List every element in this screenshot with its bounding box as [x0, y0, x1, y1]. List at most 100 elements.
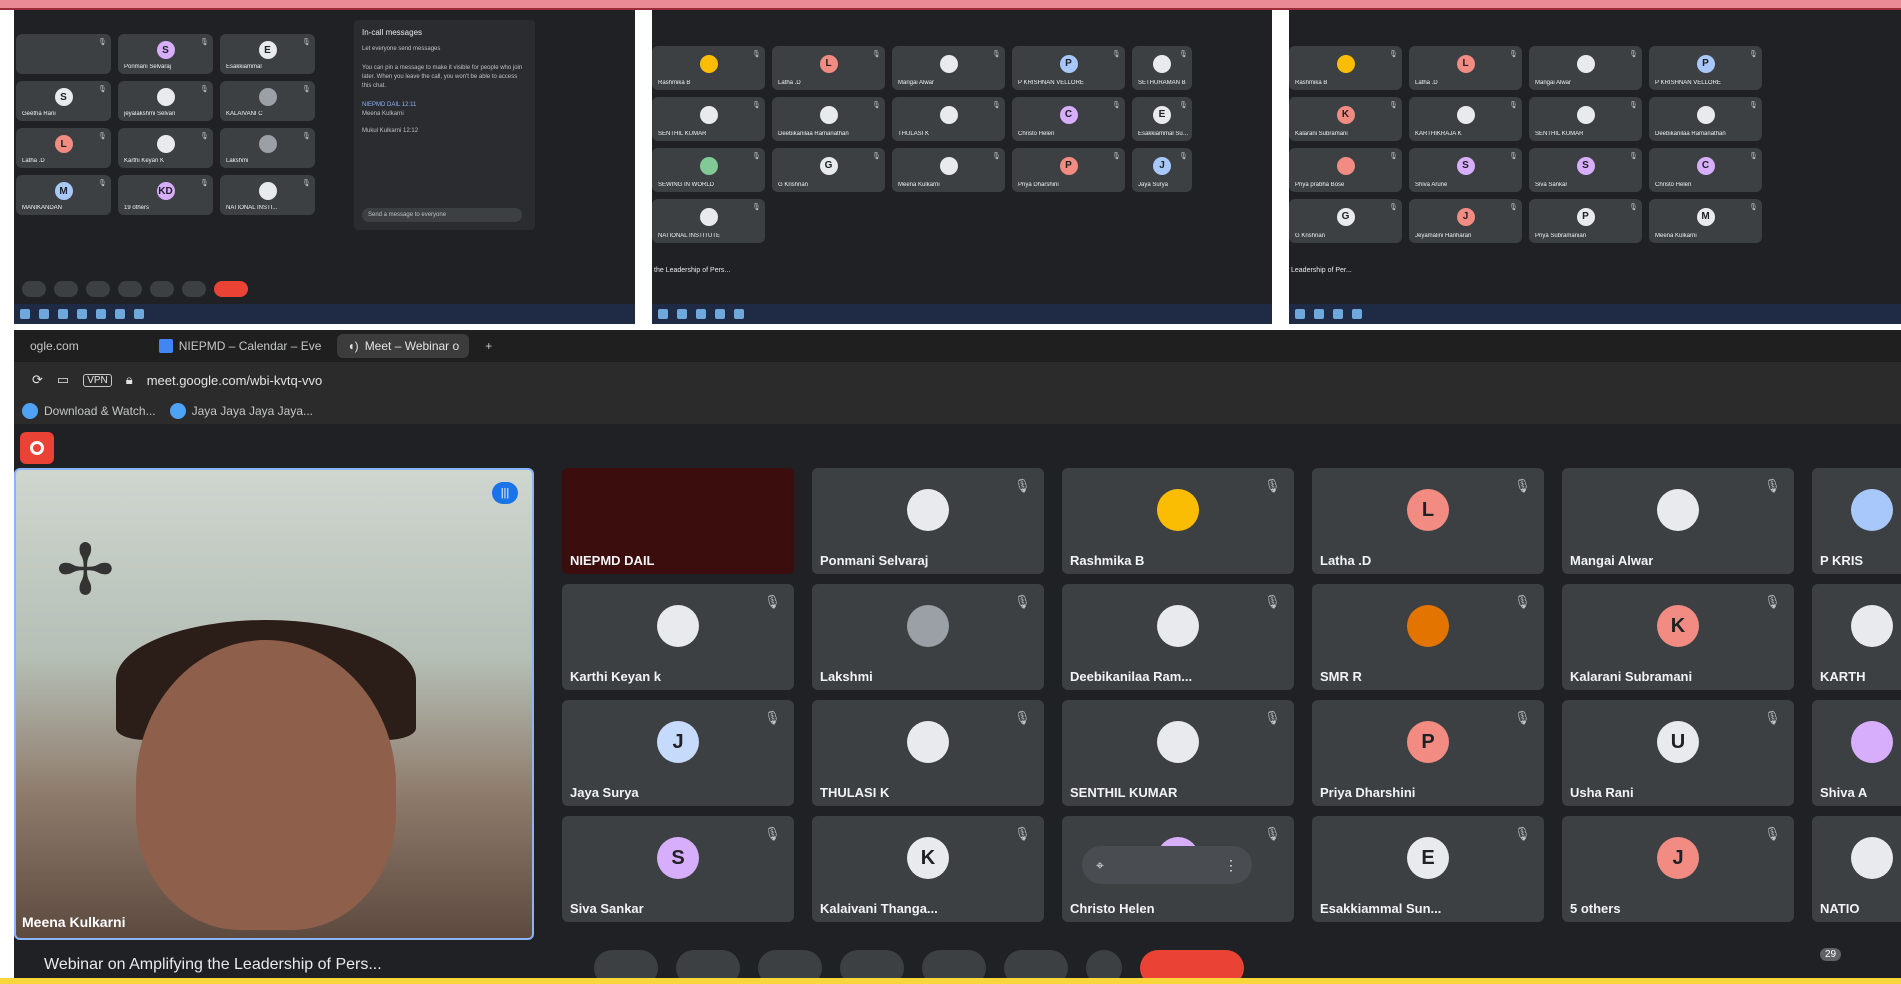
- participant-tile[interactable]: G 🎙︎ G Krishnan: [772, 148, 885, 192]
- participant-tile[interactable]: 🎙︎ NATIONAL INSTI...: [220, 175, 315, 215]
- participant-tile[interactable]: 🎙︎P KRIS: [1812, 468, 1901, 574]
- participant-tile[interactable]: 🎙︎: [16, 34, 111, 74]
- more-button[interactable]: [182, 281, 206, 297]
- participant-tile[interactable]: P 🎙︎ P KRISHNAN VELLORE: [1649, 46, 1762, 90]
- participant-tile[interactable]: 🎙︎ THULASI K: [892, 97, 1005, 141]
- participant-tile[interactable]: 🎙︎ Rashmika B: [1289, 46, 1402, 90]
- participant-tile[interactable]: 🎙︎ THULASI K: [812, 700, 1044, 806]
- app-icon[interactable]: [1352, 309, 1362, 319]
- participant-tile[interactable]: 🎙︎Shiva A: [1812, 700, 1901, 806]
- participant-tile[interactable]: S 🎙︎ Geetha Rani: [16, 81, 111, 121]
- captions-button[interactable]: [86, 281, 110, 297]
- new-tab-button[interactable]: +: [475, 334, 502, 358]
- participant-tile[interactable]: 🎙︎ Lakshmi: [220, 128, 315, 168]
- participant-tile[interactable]: 🎙︎ Ponmani Selvaraj: [812, 468, 1044, 574]
- app-icon[interactable]: [134, 309, 144, 319]
- app-icon[interactable]: [677, 309, 687, 319]
- active-speaker-tile[interactable]: ✢ ||| Meena Kulkarni: [14, 468, 534, 940]
- participant-tile[interactable]: 🎙︎ SETHURAMAN B: [1132, 46, 1192, 90]
- tab-switch-icon[interactable]: ▭: [57, 372, 69, 388]
- app-icon[interactable]: [77, 309, 87, 319]
- app-icon[interactable]: [715, 309, 725, 319]
- participant-tile[interactable]: C 🎙︎ Christo Helen: [1649, 148, 1762, 192]
- tab-google[interactable]: ogle.com: [20, 334, 89, 358]
- participant-tile[interactable]: S 🎙︎ Ponmani Selvaraj: [118, 34, 213, 74]
- participant-tile[interactable]: 🎙︎ Mangai Alwar: [892, 46, 1005, 90]
- participant-tile[interactable]: J 🎙︎ Jaya Surya: [562, 700, 794, 806]
- participant-tile[interactable]: 🎙︎ SENTHIL KUMAR: [1529, 97, 1642, 141]
- participant-tile[interactable]: E 🎙︎ Esakkiammal Sun...: [1312, 816, 1544, 922]
- participant-tile[interactable]: 🎙︎ KARTHIKRAJA K: [1409, 97, 1522, 141]
- bookmark-item[interactable]: Jaya Jaya Jaya Jaya...: [169, 403, 313, 419]
- participant-tile[interactable]: 🎙︎ NATIONAL INSTITUTE: [652, 199, 765, 243]
- participant-tile[interactable]: 🎙︎ Karthi Keyan K: [118, 128, 213, 168]
- participant-tile[interactable]: L 🎙︎ Latha .D: [16, 128, 111, 168]
- participant-tile[interactable]: 🎙︎ Mangai Alwar: [1562, 468, 1794, 574]
- app-icon[interactable]: [696, 309, 706, 319]
- url-text[interactable]: meet.google.com/wbi-kvtq-vvo: [147, 373, 323, 388]
- participant-tile[interactable]: P 🎙︎ Priya Subramanian: [1529, 199, 1642, 243]
- participant-tile[interactable]: P 🎙︎ Priya Dharshini: [1012, 148, 1125, 192]
- tab-calendar[interactable]: NIEPMD – Calendar – Eve: [149, 334, 332, 358]
- camera-button[interactable]: [54, 281, 78, 297]
- app-icon[interactable]: [58, 309, 68, 319]
- more-vert-icon[interactable]: ⋮: [1224, 857, 1238, 874]
- participant-tile[interactable]: L 🎙︎ Latha .D: [772, 46, 885, 90]
- participant-tile[interactable]: L 🎙︎ Latha .D: [1312, 468, 1544, 574]
- participant-tile[interactable]: C 🎙︎ Christo Helen: [1012, 97, 1125, 141]
- recording-button[interactable]: [20, 432, 54, 464]
- participant-tile[interactable]: 🎙︎ SENTHIL KUMAR: [1062, 700, 1294, 806]
- app-icon[interactable]: [1314, 309, 1324, 319]
- participant-tile[interactable]: 🎙︎ Priya prabha Bose: [1289, 148, 1402, 192]
- participant-tile[interactable]: KD 🎙︎ 19 others: [118, 175, 213, 215]
- participant-tile[interactable]: 🎙︎ Lakshmi: [812, 584, 1044, 690]
- participant-tile[interactable]: 🎙︎ Rashmika B: [652, 46, 765, 90]
- participant-tile[interactable]: 🎙︎ KALAIVANI C: [220, 81, 315, 121]
- bookmark-item[interactable]: Download & Watch...: [22, 403, 156, 419]
- participant-tile[interactable]: 🎙︎ Karthi Keyan k: [562, 584, 794, 690]
- participant-tile[interactable]: P 🎙︎ P KRISHNAN VELLORE: [1012, 46, 1125, 90]
- participant-tile[interactable]: S 🎙︎ Siva Sankar: [562, 816, 794, 922]
- participant-tile[interactable]: 🎙︎ Deebikanilaa Ram...: [1062, 584, 1294, 690]
- participant-tile[interactable]: 🎙︎ Deebikanilaa Ramanathan: [1649, 97, 1762, 141]
- tab-meet[interactable]: ◖) Meet – Webinar o: [337, 334, 470, 358]
- participant-tile[interactable]: S 🎙︎ Shiva Arune: [1409, 148, 1522, 192]
- participant-tile[interactable]: 🎙︎KARTH: [1812, 584, 1901, 690]
- present-button[interactable]: [118, 281, 142, 297]
- participant-tile[interactable]: 🎙︎ SENTHIL KUMAR: [652, 97, 765, 141]
- participant-tile[interactable]: K 🎙︎ Kalarani Subramani: [1562, 584, 1794, 690]
- end-call-button[interactable]: [214, 281, 248, 297]
- participant-tile[interactable]: S 🎙︎ Siva Sankar: [1529, 148, 1642, 192]
- start-icon[interactable]: [20, 309, 30, 319]
- participant-tile[interactable]: M 🎙︎ MANIKANDAN: [16, 175, 111, 215]
- app-icon[interactable]: [96, 309, 106, 319]
- participant-tile[interactable]: 🎙︎ Mangai Alwar: [1529, 46, 1642, 90]
- participant-tile[interactable]: NIEPMD DAIL: [562, 468, 794, 574]
- participant-tile[interactable]: 🎙︎ SMR R: [1312, 584, 1544, 690]
- participant-tile[interactable]: J 🎙︎ Jeyamalini Hariharan: [1409, 199, 1522, 243]
- participant-tile[interactable]: E 🎙︎ Esakkiammal: [220, 34, 315, 74]
- participant-tile[interactable]: K 🎙︎ Kalaivani Thanga...: [812, 816, 1044, 922]
- app-icon[interactable]: [115, 309, 125, 319]
- raise-hand-button[interactable]: [150, 281, 174, 297]
- mic-button[interactable]: [22, 281, 46, 297]
- participant-tile[interactable]: G 🎙︎ G Krishnan: [1289, 199, 1402, 243]
- participant-tile[interactable]: E 🎙︎ Esakkiammal Sundar: [1132, 97, 1192, 141]
- app-icon[interactable]: [1333, 309, 1343, 319]
- participant-tile[interactable]: 🎙︎ Meena Kulkarni: [892, 148, 1005, 192]
- participant-tile[interactable]: 🎙︎ jeyalakshmi Selvan: [118, 81, 213, 121]
- participant-tile[interactable]: P 🎙︎ Priya Dharshini: [1312, 700, 1544, 806]
- participant-tile[interactable]: 🎙︎NATIO: [1812, 816, 1901, 922]
- reload-icon[interactable]: ⟳: [32, 372, 43, 388]
- participant-tile[interactable]: U 🎙︎ Usha Rani: [1562, 700, 1794, 806]
- participant-tile[interactable]: K 🎙︎ Kalarani Subramani: [1289, 97, 1402, 141]
- chat-input[interactable]: Send a message to everyone: [362, 208, 522, 222]
- participant-tile[interactable]: 🎙︎ Deebikanilaa Ramanathan: [772, 97, 885, 141]
- participant-tile[interactable]: M 🎙︎ Meena Kulkarni: [1649, 199, 1762, 243]
- pin-icon[interactable]: ⌖: [1096, 857, 1104, 874]
- participant-tile[interactable]: J 🎙︎ Jaya Surya: [1132, 148, 1192, 192]
- participant-tile[interactable]: J 🎙︎ 5 others: [1562, 816, 1794, 922]
- app-icon[interactable]: [734, 309, 744, 319]
- participant-tile[interactable]: 🎙︎ Rashmika B: [1062, 468, 1294, 574]
- participant-tile[interactable]: L 🎙︎ Latha .D: [1409, 46, 1522, 90]
